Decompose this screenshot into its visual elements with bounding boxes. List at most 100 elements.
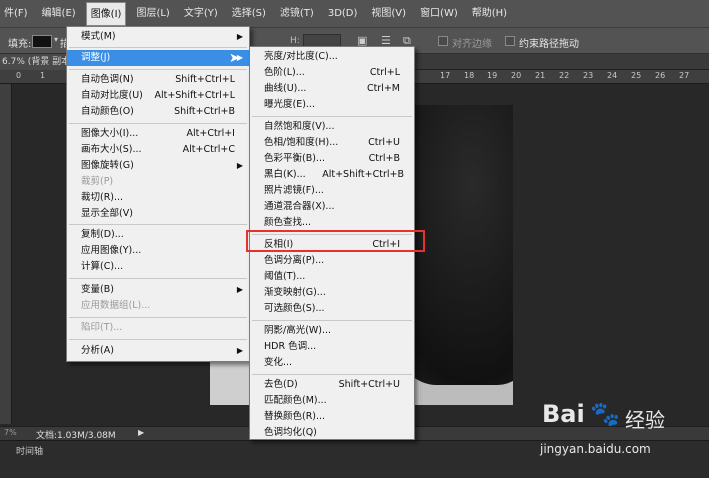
menu-layer[interactable]: 图层(L) (132, 2, 173, 26)
menu-item-curves[interactable]: 曲线(U)... Ctrl+M (250, 81, 414, 97)
menu-separator (69, 317, 247, 318)
menu-item-apply-data-set: 应用数据组(L)... (81, 300, 151, 311)
menu-image[interactable]: 图像(I) (85, 1, 127, 26)
menu-view[interactable]: 视图(V) (367, 2, 410, 26)
ruler-number: 19 (487, 71, 498, 80)
ruler-number: 27 (679, 71, 690, 80)
menu-item-gradient-map[interactable]: 渐变映射(G)... (250, 285, 414, 301)
menu-separator (69, 47, 247, 48)
watermark-brand: Bai (542, 400, 585, 428)
menu-item-color-balance[interactable]: 色彩平衡(B)... Ctrl+B (250, 151, 414, 167)
menu-separator (69, 123, 247, 124)
menu-select[interactable]: 选择(S) (228, 2, 270, 26)
ruler-number: 18 (464, 71, 475, 80)
menu-item-auto-color[interactable]: 自动颜色(O) Shift+Ctrl+B (67, 104, 249, 120)
height-label: H: (290, 36, 300, 46)
menu-item-desaturate[interactable]: 去色(D) Shift+Ctrl+U (250, 377, 414, 393)
document-tab[interactable]: 6.7% (背景 副本 (0, 54, 77, 70)
watermark-url: jingyan.baidu.com (540, 442, 651, 456)
menu-item-match-color[interactable]: 匹配颜色(M)... (250, 393, 414, 409)
menu-item-duplicate[interactable]: 复制(D)... (67, 227, 249, 243)
align-edges-checkbox[interactable] (438, 36, 448, 46)
fill-label: 填充: (8, 39, 32, 50)
menu-item-levels[interactable]: 色阶(L)... Ctrl+L (250, 65, 414, 81)
constrain-path-checkbox[interactable] (505, 36, 515, 46)
menu-item-threshold[interactable]: 阈值(T)... (250, 269, 414, 285)
menu-bar: 件(F) 编辑(E) 图像(I) 图层(L) 文字(Y) 选择(S) 滤镜(T)… (0, 0, 709, 28)
menu-item-mode[interactable]: 模式(M) ▶ (67, 29, 249, 45)
menu-separator (252, 374, 412, 375)
baidu-jingyan-watermark: Bai 🐾 经验 jingyan.baidu.com (520, 396, 705, 466)
menu-item-posterize[interactable]: 色调分离(P)... (250, 253, 414, 269)
menu-filter[interactable]: 滤镜(T) (276, 2, 318, 26)
menu-item-analysis[interactable]: 分析(A) ▶ (67, 343, 249, 359)
submenu-arrow-icon: ▶ (236, 346, 243, 355)
menu-edit[interactable]: 编辑(E) (38, 2, 80, 26)
zoom-level[interactable]: 7% (4, 428, 17, 437)
menu-item-exposure[interactable]: 曝光度(E)... (250, 97, 414, 113)
menu-item-shadows-highlights[interactable]: 阴影/高光(W)... (250, 323, 414, 339)
submenu-arrow-icon: ▶ (236, 161, 243, 170)
align-edges-label: 对齐边缘 (452, 39, 492, 50)
menu-item-brightness-contrast[interactable]: 亮度/对比度(C)... (250, 49, 414, 65)
menu-item-hue-saturation[interactable]: 色相/饱和度(H)... Ctrl+U (250, 135, 414, 151)
fill-color-swatch[interactable] (32, 35, 52, 48)
menu-item-color-lookup[interactable]: 颜色查找... (250, 215, 414, 231)
ruler-number: 23 (583, 71, 594, 80)
ruler-number: 26 (655, 71, 666, 80)
menu-separator (69, 224, 247, 225)
menu-type[interactable]: 文字(Y) (180, 2, 222, 26)
menu-item-equalize[interactable]: 色调均化(Q) (250, 425, 414, 441)
menu-item-image-rotation[interactable]: 图像旋转(G) ▶ (67, 158, 249, 174)
image-menu: 模式(M) ▶ 调整(J) ▶ 自动色调(N) Shift+Ctrl+L 自动对比… (66, 26, 250, 362)
menu-separator (252, 320, 412, 321)
menu-window[interactable]: 窗口(W) (416, 2, 462, 26)
ruler-number: 20 (511, 71, 522, 80)
menu-item-variations[interactable]: 变化... (250, 355, 414, 371)
menu-item-auto-contrast[interactable]: 自动对比度(U) Alt+Shift+Ctrl+L (67, 88, 249, 104)
menu-item-auto-tone[interactable]: 自动色调(N) Shift+Ctrl+L (67, 72, 249, 88)
ruler-number: 24 (607, 71, 618, 80)
ruler-number: 22 (559, 71, 570, 80)
annotation-highlight-box (246, 230, 425, 252)
menu-item-vibrance[interactable]: 自然饱和度(V)... (250, 119, 414, 135)
ruler-number: 17 (440, 71, 451, 80)
mouse-cursor-icon: ➤ (229, 51, 240, 66)
constrain-path-label: 约束路径拖动 (519, 39, 579, 50)
ruler-number: 25 (631, 71, 642, 80)
ruler-number: 0 (16, 71, 22, 80)
menu-item-canvas-size[interactable]: 画布大小(S)... Alt+Ctrl+C (67, 142, 249, 158)
menu-file[interactable]: 件(F) (0, 2, 32, 26)
menu-item-variables[interactable]: 变量(B) ▶ (67, 282, 249, 298)
menu-separator (252, 116, 412, 117)
submenu-arrow-icon: ▶ (236, 285, 243, 294)
menu-item-image-size[interactable]: 图像大小(I)... Alt+Ctrl+I (67, 126, 249, 142)
ruler-number: 21 (535, 71, 546, 80)
vertical-ruler (0, 84, 12, 424)
menu-3d[interactable]: 3D(D) (324, 2, 362, 26)
menu-item-photo-filter[interactable]: 照片滤镜(F)... (250, 183, 414, 199)
watermark-brand-suffix: 经验 (625, 408, 665, 432)
menu-separator (69, 339, 247, 340)
menu-item-channel-mixer[interactable]: 通道混合器(X)... (250, 199, 414, 215)
menu-item-apply-image[interactable]: 应用图像(Y)... (67, 243, 249, 259)
ruler-number: 1 (40, 71, 46, 80)
menu-separator (69, 69, 247, 70)
menu-item-selective-color[interactable]: 可选颜色(S)... (250, 301, 414, 317)
menu-item-reveal-all[interactable]: 显示全部(V) (67, 206, 249, 222)
menu-item-replace-color[interactable]: 替换颜色(R)... (250, 409, 414, 425)
menu-help[interactable]: 帮助(H) (468, 2, 511, 26)
menu-item-adjustments[interactable]: 调整(J) ▶ (67, 50, 249, 66)
menu-separator (69, 278, 247, 279)
menu-item-black-white[interactable]: 黑白(K)... Alt+Shift+Ctrl+B (250, 167, 414, 183)
menu-item-hdr-toning[interactable]: HDR 色调... (250, 339, 414, 355)
menu-item-trim[interactable]: 裁切(R)... (67, 190, 249, 206)
chevron-down-icon[interactable]: ▾ (54, 35, 58, 44)
menu-item-crop: 裁剪(P) (81, 176, 114, 187)
menu-item-calculations[interactable]: 计算(C)... (67, 259, 249, 275)
menu-item-trap: 陷印(T)... (81, 322, 123, 333)
status-menu-arrow-icon[interactable]: ▶ (138, 428, 144, 437)
timeline-label[interactable]: 时间轴 (16, 444, 43, 457)
submenu-arrow-icon: ▶ (236, 32, 243, 41)
paw-icon: 🐾 (590, 400, 620, 428)
